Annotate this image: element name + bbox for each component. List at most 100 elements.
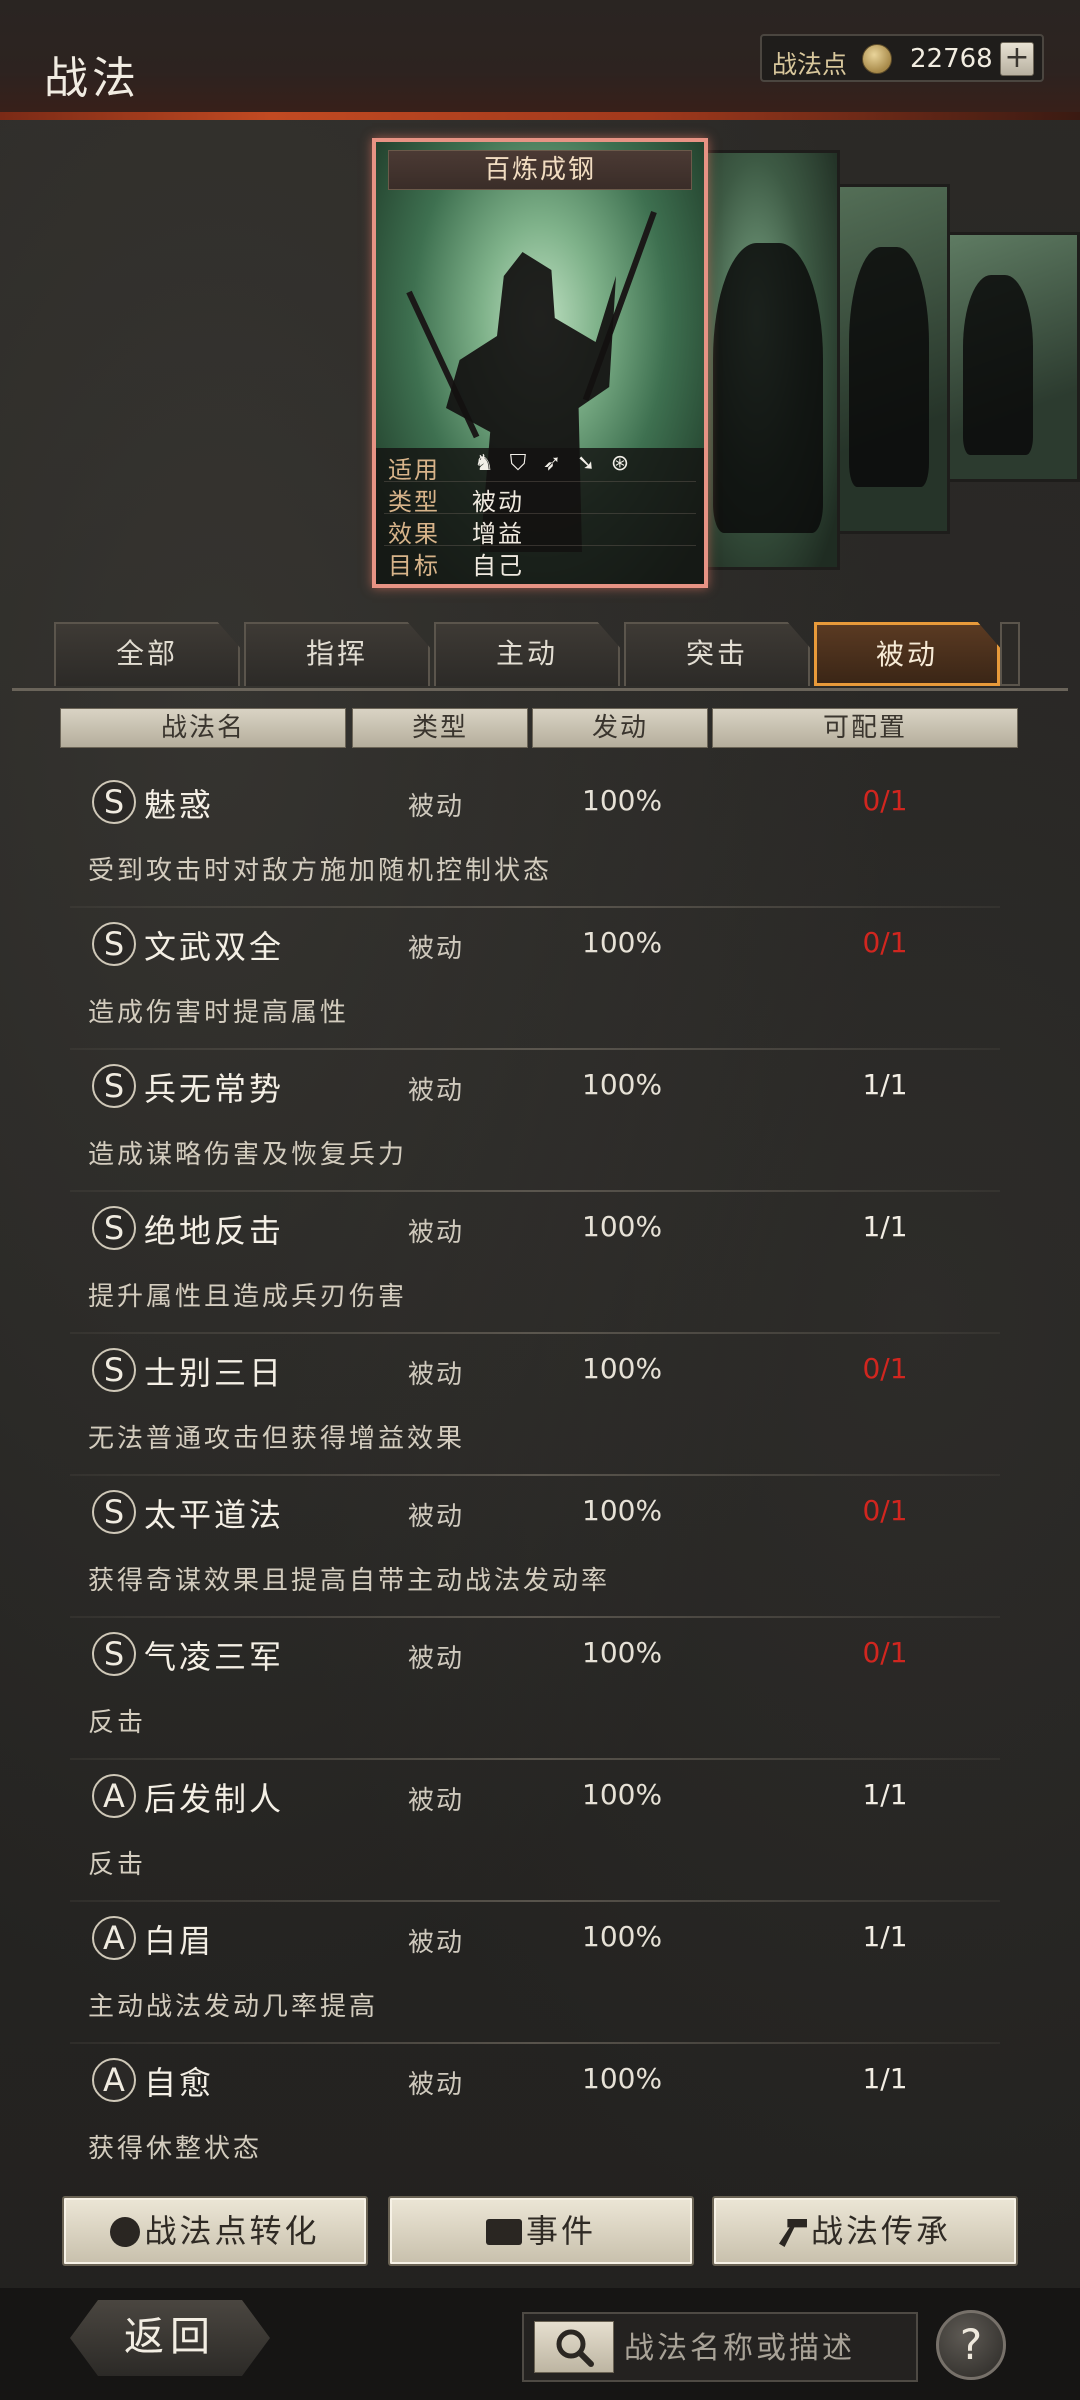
- grade-badge: S: [92, 1490, 136, 1534]
- tab-active[interactable]: 主动: [434, 622, 620, 686]
- tactic-slots: 0/1: [862, 926, 908, 959]
- tactic-description: 无法普通攻击但获得增益效果: [88, 1424, 466, 1454]
- tactic-card-preview[interactable]: [830, 184, 950, 534]
- tactic-name: 气凌三军: [144, 1638, 285, 1676]
- tactic-rate: 100%: [582, 2062, 663, 2095]
- event-button[interactable]: 事件: [388, 2196, 694, 2266]
- search-input[interactable]: [624, 2324, 910, 2372]
- tactic-slots: 0/1: [862, 1636, 908, 1669]
- tactic-row[interactable]: A 后发制人 被动 100% 1/1 反击: [70, 1760, 1000, 1902]
- tab-passive[interactable]: 被动: [814, 622, 1000, 686]
- grade-badge: A: [92, 1774, 136, 1818]
- button-label: 战法传承: [810, 2212, 951, 2250]
- cavalry-icon: ♞: [474, 451, 494, 476]
- search-icon: [556, 2329, 594, 2367]
- tactic-name: 兵无常势: [144, 1070, 285, 1108]
- tactic-slots: 1/1: [862, 2062, 908, 2095]
- info-row-troops: 适用 ♞ ⛉ ➶ ➘ ⊛: [384, 450, 696, 484]
- info-label: 类型: [388, 488, 440, 516]
- column-header-type[interactable]: 类型: [352, 708, 528, 748]
- tactic-name: 文武双全: [144, 928, 285, 966]
- page-title: 战法: [44, 53, 140, 104]
- column-header-name[interactable]: 战法名: [60, 708, 346, 748]
- button-label: 事件: [525, 2212, 596, 2250]
- add-points-button[interactable]: +: [1000, 42, 1034, 76]
- tactic-description: 主动战法发动几率提高: [88, 1992, 379, 2022]
- tactic-card-preview[interactable]: [700, 150, 840, 570]
- tactic-description: 反击: [88, 1708, 147, 1738]
- tactic-type: 被动: [408, 1360, 465, 1390]
- top-bar: 战法 战法点 22768 +: [0, 0, 1080, 120]
- tab-assault[interactable]: 突击: [624, 622, 810, 686]
- info-label: 适用: [388, 456, 440, 484]
- points-value: 22768: [910, 44, 993, 74]
- hammer-icon: [778, 2219, 807, 2247]
- tactic-slots: 0/1: [862, 784, 908, 817]
- tab-scroll-edge: [1000, 622, 1020, 686]
- wheel-icon: ⊛: [610, 451, 630, 476]
- tab-all[interactable]: 全部: [54, 622, 240, 686]
- tactic-row[interactable]: S 兵无常势 被动 100% 1/1 造成谋略伤害及恢复兵力: [70, 1050, 1000, 1192]
- tab-command[interactable]: 指挥: [244, 622, 430, 686]
- grade-badge: S: [92, 922, 136, 966]
- tactic-rate: 100%: [582, 1068, 663, 1101]
- tactic-row[interactable]: S 气凌三军 被动 100% 0/1 反击: [70, 1618, 1000, 1760]
- tactic-type: 被动: [408, 1218, 465, 1248]
- tactic-name: 士别三日: [144, 1354, 285, 1392]
- info-value: 被动: [472, 488, 524, 516]
- grade-badge: S: [92, 1064, 136, 1108]
- tactic-slots: 1/1: [862, 1068, 908, 1101]
- tactic-type: 被动: [408, 1644, 465, 1674]
- info-label: 目标: [388, 552, 440, 580]
- info-row-type: 类型 被动: [384, 482, 696, 516]
- troop-type-icons: ♞ ⛉ ➶ ➘ ⊛: [472, 452, 642, 476]
- alert-icon: [485, 2219, 522, 2245]
- grade-badge: S: [92, 1206, 136, 1250]
- tactic-row[interactable]: S 太平道法 被动 100% 0/1 获得奇谋效果且提高自带主动战法发动率: [70, 1476, 1000, 1618]
- tactic-description: 提升属性且造成兵刃伤害: [88, 1282, 408, 1312]
- column-header-rate[interactable]: 发动: [532, 708, 708, 748]
- column-header-slots[interactable]: 可配置: [712, 708, 1018, 748]
- tactic-description: 受到攻击时对敌方施加随机控制状态: [88, 856, 553, 886]
- tactic-row[interactable]: S 魅惑 被动 100% 0/1 受到攻击时对敌方施加随机控制状态: [70, 766, 1000, 908]
- grade-badge: A: [92, 1916, 136, 1960]
- inherit-tactic-button[interactable]: 战法传承: [712, 2196, 1018, 2266]
- tactic-rate: 100%: [582, 784, 663, 817]
- info-label: 效果: [388, 520, 440, 548]
- tactic-row[interactable]: A 自愈 被动 100% 1/1 获得休整状态: [70, 2044, 1000, 2186]
- tactic-row[interactable]: S 绝地反击 被动 100% 1/1 提升属性且造成兵刃伤害: [70, 1192, 1000, 1334]
- tactic-type: 被动: [408, 1076, 465, 1106]
- tactic-description: 获得休整状态: [88, 2134, 263, 2164]
- tactic-name: 太平道法: [144, 1496, 285, 1534]
- tactic-type: 被动: [408, 934, 465, 964]
- tactic-rate: 100%: [582, 1636, 663, 1669]
- tactic-rate: 100%: [582, 926, 663, 959]
- help-button[interactable]: ?: [936, 2310, 1006, 2380]
- tactic-row[interactable]: A 白眉 被动 100% 1/1 主动战法发动几率提高: [70, 1902, 1000, 2044]
- grade-badge: A: [92, 2058, 136, 2102]
- grade-badge: S: [92, 780, 136, 824]
- tactic-card-preview[interactable]: [940, 232, 1080, 482]
- tactic-type: 被动: [408, 1502, 465, 1532]
- tactic-description: 造成谋略伤害及恢复兵力: [88, 1140, 408, 1170]
- info-value: 增益: [472, 520, 524, 548]
- grade-badge: S: [92, 1632, 136, 1676]
- tactic-slots: 1/1: [862, 1920, 908, 1953]
- selected-tactic-card[interactable]: 百炼成钢 适用 ♞ ⛉ ➶ ➘ ⊛ 类型 被动 效果 增益 目标 自己: [372, 138, 708, 588]
- search-button[interactable]: [534, 2321, 614, 2373]
- grade-badge: S: [92, 1348, 136, 1392]
- back-button[interactable]: 返回: [70, 2300, 270, 2376]
- tactic-rate: 100%: [582, 1352, 663, 1385]
- info-row-target: 目标 自己: [384, 546, 696, 580]
- tactic-description: 反击: [88, 1850, 147, 1880]
- points-label: 战法点: [772, 50, 848, 79]
- convert-points-button[interactable]: 战法点转化: [62, 2196, 368, 2266]
- tactic-row[interactable]: S 士别三日 被动 100% 0/1 无法普通攻击但获得增益效果: [70, 1334, 1000, 1476]
- tactic-type: 被动: [408, 1786, 465, 1816]
- bow-icon: ➶: [542, 451, 562, 476]
- tactic-row[interactable]: S 文武双全 被动 100% 0/1 造成伤害时提高属性: [70, 908, 1000, 1050]
- tactic-slots: 1/1: [862, 1778, 908, 1811]
- tactic-name: 白眉: [144, 1922, 215, 1960]
- tactic-name: 后发制人: [144, 1780, 285, 1818]
- tactic-name: 魅惑: [144, 786, 215, 824]
